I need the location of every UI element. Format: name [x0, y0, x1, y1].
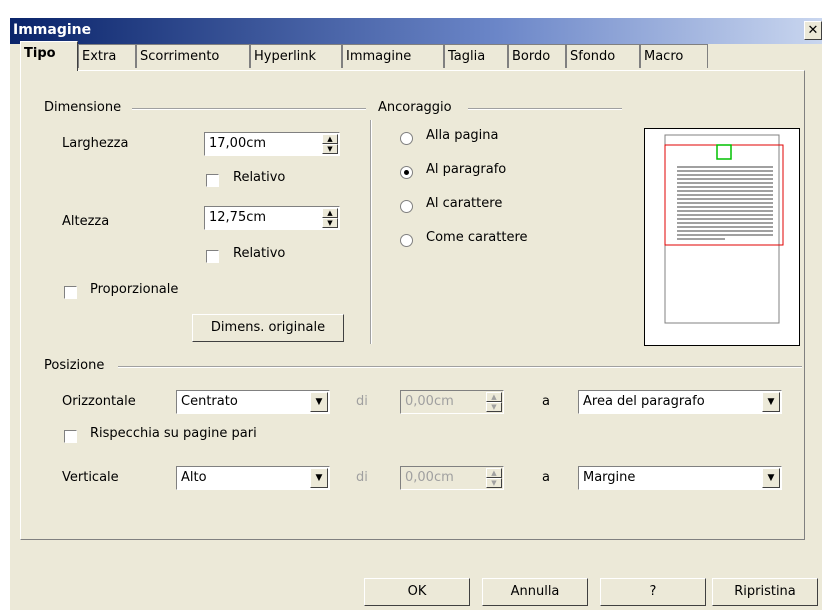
vertical-a-label: a — [542, 470, 550, 485]
anchor-as-character-label: Come carattere — [426, 230, 528, 245]
tab-extra[interactable]: Extra — [78, 44, 136, 68]
cancel-button[interactable]: Annulla — [482, 578, 588, 606]
anchor-character-radio[interactable] — [400, 200, 413, 213]
dimensione-divider — [132, 108, 366, 110]
chevron-down-icon[interactable]: ▼ — [762, 392, 780, 412]
vertical-di-label: di — [356, 470, 368, 485]
anchor-paragraph-radio[interactable] — [400, 166, 413, 179]
width-spinner[interactable]: ▲ ▼ — [322, 134, 338, 154]
horizontal-select[interactable]: Centrato ▼ — [176, 390, 330, 414]
tab-macro[interactable]: Macro — [640, 44, 708, 68]
vertical-offset-value: 0,00cm — [405, 470, 454, 485]
horizontal-offset-field[interactable]: 0,00cm ▲ ▼ — [400, 390, 504, 414]
chevron-down-icon[interactable]: ▼ — [310, 468, 328, 488]
anchor-paragraph-label: Al paragrafo — [426, 162, 507, 177]
vertical-separator — [370, 120, 372, 344]
horizontal-to-select[interactable]: Area del paragrafo ▼ — [578, 390, 782, 414]
horizontal-a-label: a — [542, 394, 550, 409]
reset-button[interactable]: Ripristina — [712, 578, 818, 606]
width-relative-label: Relativo — [233, 170, 286, 185]
horizontal-di-label: di — [356, 394, 368, 409]
horizontal-value: Centrato — [181, 394, 238, 409]
close-icon[interactable]: ✕ — [804, 21, 822, 40]
width-value: 17,00cm — [209, 136, 267, 151]
anchor-page-label: Alla pagina — [426, 128, 499, 143]
posizione-label: Posizione — [44, 358, 105, 373]
mirror-label: Rispecchia su pagine pari — [90, 426, 257, 441]
vertical-offset-spinner[interactable]: ▲ ▼ — [486, 468, 502, 488]
anchor-as-character-radio[interactable] — [400, 234, 413, 247]
width-relative-checkbox[interactable] — [206, 174, 219, 187]
help-button[interactable]: ? — [600, 578, 706, 606]
height-value: 12,75cm — [209, 210, 267, 225]
ancoraggio-divider — [468, 108, 622, 110]
position-preview — [644, 128, 800, 346]
proportional-label: Proporzionale — [90, 282, 179, 297]
height-field[interactable]: 12,75cm ▲ ▼ — [204, 206, 340, 230]
tab-immagine[interactable]: Immagine — [342, 44, 444, 68]
ancoraggio-label: Ancoraggio — [378, 100, 452, 115]
preview-page-graphic — [664, 134, 784, 324]
tab-tipo[interactable]: Tipo — [20, 41, 78, 71]
height-relative-label: Relativo — [233, 246, 286, 261]
height-label: Altezza — [62, 214, 110, 229]
anchor-page-radio[interactable] — [400, 132, 413, 145]
width-field[interactable]: 17,00cm ▲ ▼ — [204, 132, 340, 156]
vertical-to-value: Margine — [583, 470, 636, 485]
tab-hyperlink[interactable]: Hyperlink — [250, 44, 342, 68]
horizontal-to-value: Area del paragrafo — [583, 394, 705, 409]
anchor-character-label: Al carattere — [426, 196, 503, 211]
vertical-to-select[interactable]: Margine ▼ — [578, 466, 782, 490]
dimensione-label: Dimensione — [44, 100, 122, 115]
vertical-label: Verticale — [62, 470, 119, 485]
ok-button[interactable]: OK — [364, 578, 470, 606]
mirror-checkbox[interactable] — [64, 430, 77, 443]
chevron-down-icon[interactable]: ▼ — [310, 392, 328, 412]
height-spinner[interactable]: ▲ ▼ — [322, 208, 338, 228]
tab-sfondo[interactable]: Sfondo — [566, 44, 640, 68]
original-size-button[interactable]: Dimens. originale — [192, 314, 344, 342]
horizontal-label: Orizzontale — [62, 394, 136, 409]
vertical-offset-field[interactable]: 0,00cm ▲ ▼ — [400, 466, 504, 490]
horizontal-offset-spinner[interactable]: ▲ ▼ — [486, 392, 502, 412]
dialog-title: Immagine — [13, 22, 92, 38]
vertical-value: Alto — [181, 470, 207, 485]
width-label: Larghezza — [62, 136, 129, 151]
tab-taglia[interactable]: Taglia — [444, 44, 508, 68]
title-bar: Immagine ✕ — [10, 18, 822, 44]
tab-scorrimento[interactable]: Scorrimento — [136, 44, 250, 68]
vertical-select[interactable]: Alto ▼ — [176, 466, 330, 490]
horizontal-offset-value: 0,00cm — [405, 394, 454, 409]
proportional-checkbox[interactable] — [64, 286, 77, 299]
posizione-divider — [118, 366, 802, 368]
chevron-down-icon[interactable]: ▼ — [762, 468, 780, 488]
height-relative-checkbox[interactable] — [206, 250, 219, 263]
tab-bordo[interactable]: Bordo — [508, 44, 566, 68]
